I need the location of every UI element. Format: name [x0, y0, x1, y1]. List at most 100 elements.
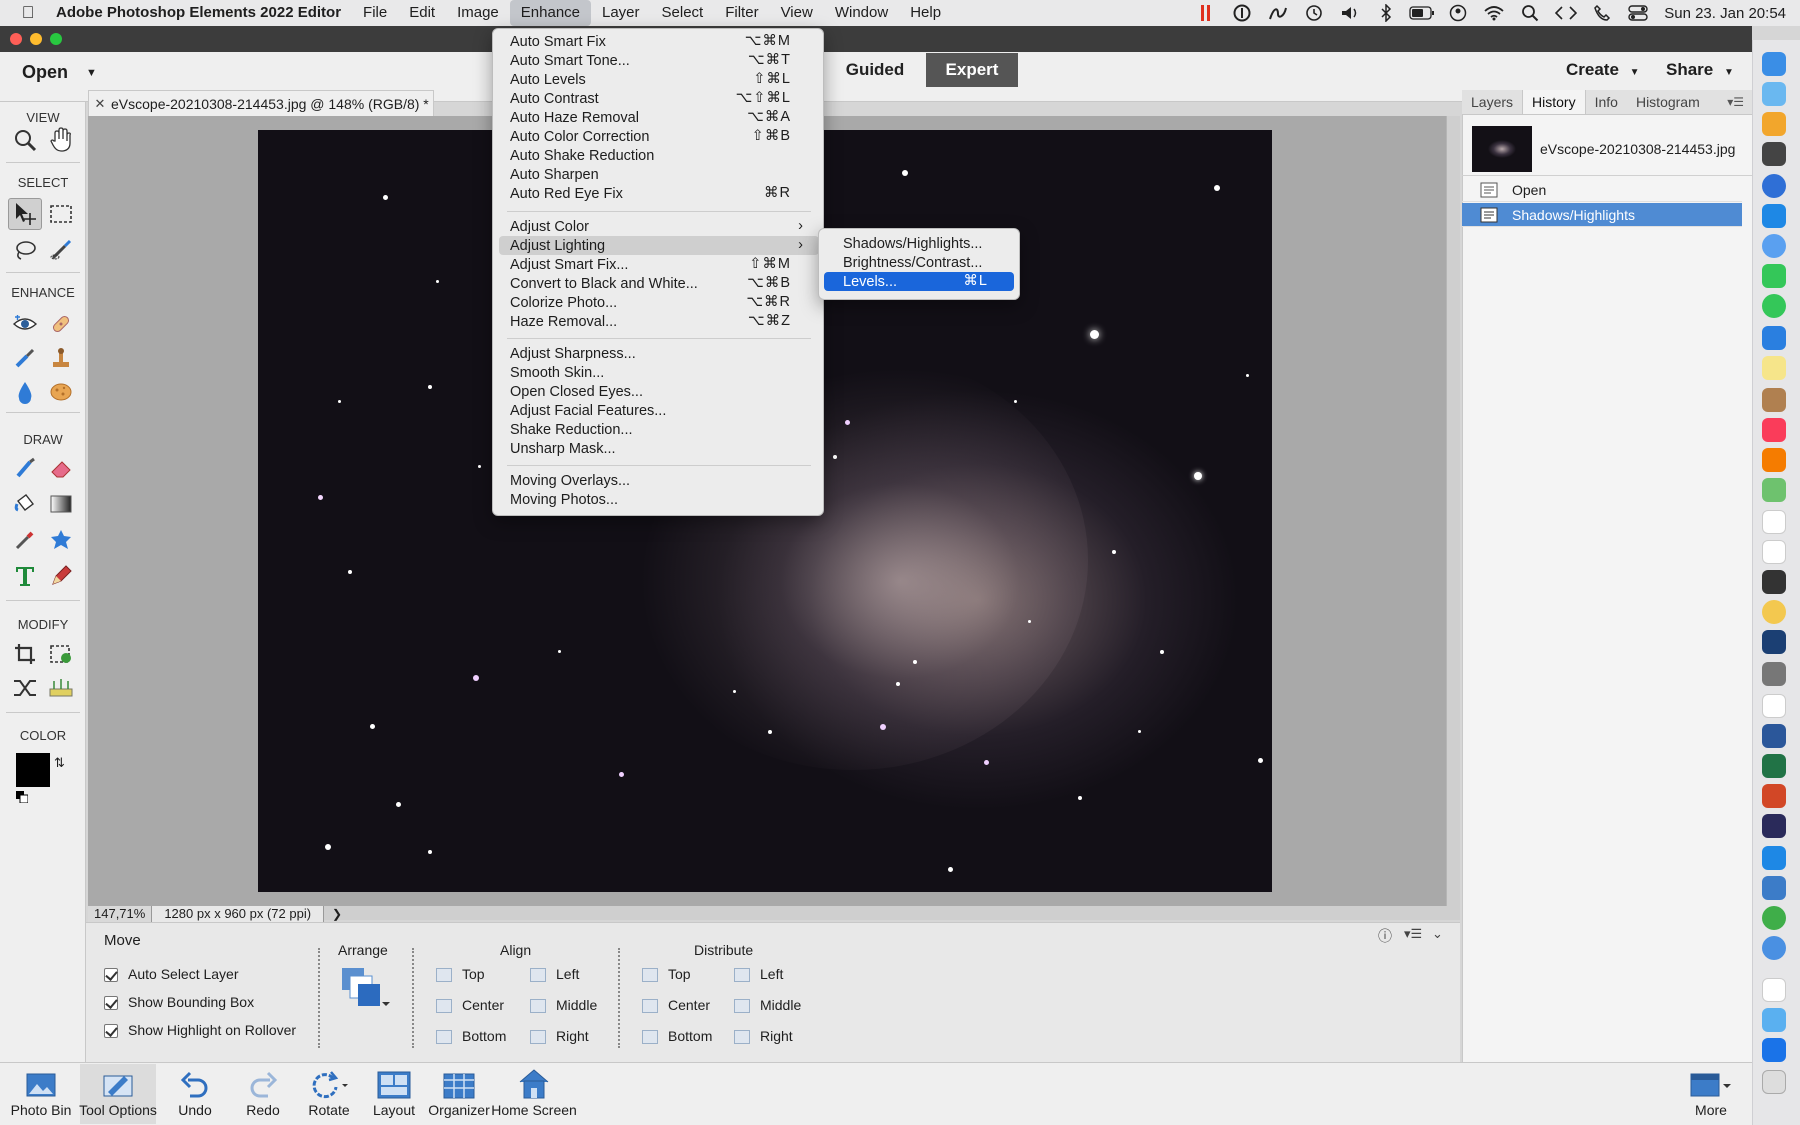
distribute-right-button[interactable]: Right: [734, 1028, 793, 1045]
recording-icon[interactable]: [1188, 0, 1224, 26]
menu-image[interactable]: Image: [446, 0, 510, 26]
clone-stamp-tool-icon[interactable]: [44, 342, 78, 374]
folder-icon[interactable]: [1762, 1008, 1786, 1032]
menu-item-auto-contrast[interactable]: Auto Contrast ⌥⇧⌘L: [499, 89, 819, 108]
history-step-open[interactable]: Open: [1462, 178, 1742, 202]
panel-options-icon[interactable]: ▾☰: [1404, 926, 1422, 942]
menu-item-open-closed-eyes[interactable]: Open Closed Eyes...: [499, 382, 819, 401]
gradient-tool-icon[interactable]: [44, 488, 78, 520]
move-tool-icon[interactable]: [8, 198, 42, 230]
align-center-button[interactable]: Center: [436, 997, 504, 1014]
volume-icon[interactable]: [1332, 0, 1368, 26]
parallels-icon[interactable]: [1762, 846, 1786, 870]
distribute-middle-button[interactable]: Middle: [734, 997, 801, 1014]
safari-icon[interactable]: [1762, 234, 1786, 258]
menu-item-auto-shake-reduction[interactable]: Auto Shake Reduction: [499, 146, 819, 165]
type-tool-icon[interactable]: [8, 560, 42, 592]
mission-control-icon[interactable]: [1762, 142, 1786, 166]
menu-item-adjust-lighting[interactable]: Adjust Lighting ›: [499, 236, 819, 255]
menu-item-auto-smart-tone[interactable]: Auto Smart Tone... ⌥⌘T: [499, 51, 819, 70]
photos-app-icon[interactable]: [1762, 82, 1786, 106]
rotate-button[interactable]: Rotate: [294, 1064, 364, 1124]
textedit-icon[interactable]: [1762, 694, 1786, 718]
menu-item-adjust-sharpness[interactable]: Adjust Sharpness...: [499, 344, 819, 363]
menu-item-auto-smart-fix[interactable]: Auto Smart Fix ⌥⌘M: [499, 32, 819, 51]
battery-icon[interactable]: [1404, 0, 1440, 26]
align-bottom-button[interactable]: Bottom: [436, 1028, 506, 1045]
menu-item-shadows-highlights[interactable]: Shadows/Highlights...: [824, 234, 1014, 253]
spot-healing-tool-icon[interactable]: [44, 308, 78, 340]
align-right-button[interactable]: Right: [530, 1028, 589, 1045]
user-icon[interactable]: [1440, 0, 1476, 26]
home-screen-button[interactable]: Home Screen: [491, 1064, 577, 1124]
word-icon[interactable]: [1762, 724, 1786, 748]
script-icon[interactable]: [1260, 0, 1296, 26]
red-eye-tool-icon[interactable]: [8, 308, 42, 340]
collapse-chevron-icon[interactable]: ⌄: [1432, 926, 1443, 942]
foreground-color-swatch[interactable]: [16, 753, 50, 787]
facetime-icon[interactable]: [1762, 264, 1786, 288]
zoom-window-icon[interactable]: [50, 33, 62, 45]
lasso-tool-icon[interactable]: [8, 234, 42, 266]
menu-item-smooth-skin[interactable]: Smooth Skin...: [499, 363, 819, 382]
history-snapshot[interactable]: eVscope-20210308-214453.jpg: [1462, 122, 1752, 176]
tool-options-button[interactable]: Tool Options: [79, 1064, 157, 1124]
code-brackets-icon[interactable]: [1548, 0, 1584, 26]
open-button[interactable]: Open ▼: [22, 62, 97, 83]
content-aware-move-tool-icon[interactable]: [8, 672, 42, 704]
mail-icon[interactable]: [1762, 326, 1786, 350]
photoshop-elements-icon[interactable]: [1762, 630, 1786, 654]
screen-sharing-icon[interactable]: [1762, 876, 1786, 900]
menu-item-auto-color-correction[interactable]: Auto Color Correction ⇧⌘B: [499, 127, 819, 146]
chevron-right-icon[interactable]: ❯: [324, 907, 350, 921]
sponge-tool-icon[interactable]: [44, 376, 78, 408]
menu-item-haze-removal[interactable]: Haze Removal... ⌥⌘Z: [499, 312, 819, 331]
reminders-icon[interactable]: [1762, 540, 1786, 564]
blur-tool-icon[interactable]: [8, 376, 42, 408]
finder-icon[interactable]: [1762, 52, 1786, 76]
photos-icon[interactable]: [1762, 600, 1786, 624]
night-sky-icon[interactable]: [1762, 814, 1786, 838]
downloads-icon[interactable]: [1762, 1038, 1786, 1062]
distribute-top-button[interactable]: Top: [642, 966, 691, 983]
marquee-tool-icon[interactable]: [44, 198, 78, 230]
more-button[interactable]: More: [1676, 1064, 1746, 1124]
music-icon[interactable]: [1762, 418, 1786, 442]
custom-shape-tool-icon[interactable]: [44, 524, 78, 556]
tab-histogram[interactable]: Histogram: [1627, 90, 1709, 114]
powerpoint-icon[interactable]: [1762, 784, 1786, 808]
trash-icon[interactable]: [1762, 1070, 1786, 1094]
organizer-button[interactable]: Organizer: [424, 1064, 494, 1124]
password-app-icon[interactable]: [1762, 174, 1786, 198]
calendar-icon[interactable]: [1762, 510, 1786, 534]
control-center-icon[interactable]: [1620, 0, 1656, 26]
document-stack-icon[interactable]: [1762, 978, 1786, 1002]
menu-item-moving-photos[interactable]: Moving Photos...: [499, 490, 819, 509]
time-machine-icon[interactable]: [1296, 0, 1332, 26]
safari-secondary-icon[interactable]: [1762, 936, 1786, 960]
history-step-shadows-highlights[interactable]: Shadows/Highlights: [1462, 203, 1742, 227]
align-top-button[interactable]: Top: [436, 966, 485, 983]
show-highlight-checkbox[interactable]: Show Highlight on Rollover: [104, 1022, 296, 1039]
spotlight-search-icon[interactable]: [1512, 0, 1548, 26]
help-icon[interactable]: ⓘ: [1378, 926, 1392, 946]
menu-enhance[interactable]: Enhance: [509, 0, 591, 26]
menu-item-adjust-color[interactable]: Adjust Color ›: [499, 217, 819, 236]
distribute-left-button[interactable]: Left: [734, 966, 783, 983]
photo-bin-button[interactable]: Photo Bin: [6, 1064, 76, 1124]
tab-history[interactable]: History: [1522, 90, 1586, 114]
books-icon[interactable]: [1762, 448, 1786, 472]
menu-item-auto-haze-removal[interactable]: Auto Haze Removal ⌥⌘A: [499, 108, 819, 127]
photo-booth-icon[interactable]: [1762, 570, 1786, 594]
recompose-tool-icon[interactable]: [44, 638, 78, 670]
pencil-tool-icon[interactable]: [44, 560, 78, 592]
crop-tool-icon[interactable]: [8, 638, 42, 670]
eraser-tool-icon[interactable]: [44, 452, 78, 484]
menu-item-adjust-smart-fix[interactable]: Adjust Smart Fix... ⇧⌘M: [499, 255, 819, 274]
menu-view[interactable]: View: [770, 0, 824, 26]
mode-expert-tab[interactable]: Expert: [926, 53, 1018, 87]
straighten-tool-icon[interactable]: [44, 672, 78, 704]
calculator-icon[interactable]: [1762, 662, 1786, 686]
hand-tool-icon[interactable]: [44, 124, 78, 156]
minimize-window-icon[interactable]: [30, 33, 42, 45]
